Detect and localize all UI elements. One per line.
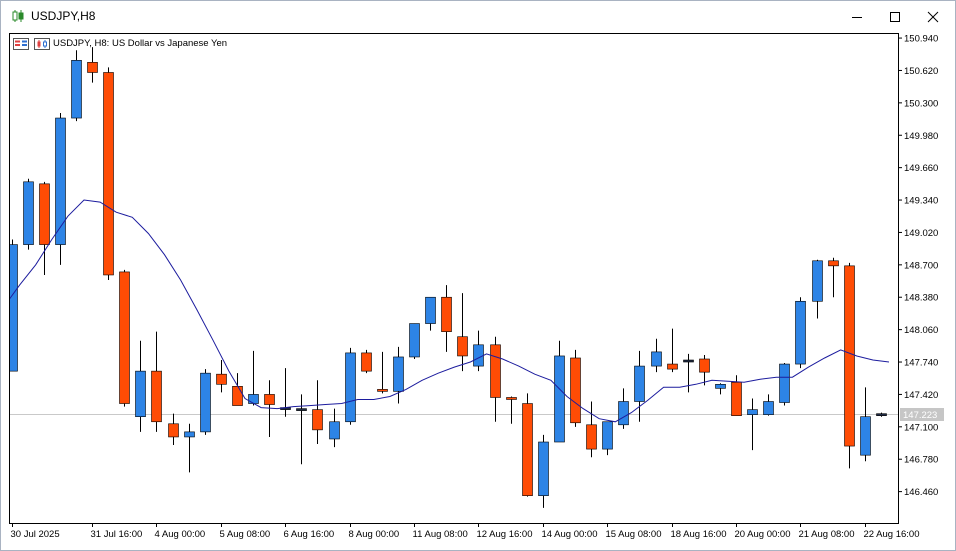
x-tick-label: 30 Jul 2025 bbox=[11, 529, 60, 540]
candle-bull bbox=[795, 300, 806, 365]
candle-bull bbox=[715, 384, 726, 389]
x-tick-label: 22 Aug 16:00 bbox=[864, 529, 920, 540]
candle-bear bbox=[522, 403, 533, 496]
y-tick-label: 150.620 bbox=[904, 66, 938, 77]
y-tick-label: 146.780 bbox=[904, 455, 938, 466]
candle-bull bbox=[248, 394, 259, 404]
candle-bear bbox=[361, 352, 372, 372]
candle-bull bbox=[554, 355, 565, 443]
candle-bull bbox=[618, 401, 629, 426]
y-tick-label: 149.020 bbox=[904, 228, 938, 239]
candle-bull bbox=[393, 356, 404, 392]
close-button[interactable] bbox=[915, 1, 951, 32]
x-tick-label: 11 Aug 08:00 bbox=[413, 529, 468, 540]
candle-bear bbox=[232, 386, 243, 406]
title-bar[interactable]: USDJPY,H8 bbox=[1, 1, 955, 32]
candle-bear bbox=[151, 370, 162, 423]
plot-area[interactable] bbox=[9, 33, 899, 524]
x-tick-label: 8 Aug 00:00 bbox=[349, 529, 400, 540]
candle-bull bbox=[763, 401, 774, 415]
candle-bull bbox=[184, 431, 195, 438]
candle-bear bbox=[699, 358, 710, 373]
candle-bull bbox=[71, 60, 82, 119]
y-tick-label: 148.060 bbox=[904, 325, 938, 336]
candle-bear bbox=[667, 363, 678, 370]
candle-bull bbox=[747, 409, 758, 415]
y-tick-label: 148.700 bbox=[904, 260, 938, 271]
maximize-button[interactable] bbox=[877, 1, 913, 32]
candle-bear bbox=[731, 381, 742, 416]
candle-bull bbox=[345, 352, 356, 423]
y-tick-label: 149.660 bbox=[904, 163, 938, 174]
candle-bull bbox=[55, 117, 66, 245]
window-title: USDJPY,H8 bbox=[31, 9, 96, 23]
y-tick-label: 149.980 bbox=[904, 131, 938, 142]
candle-bull bbox=[538, 441, 549, 496]
x-tick-label: 14 Aug 00:00 bbox=[542, 529, 598, 540]
current-price-label: 147.223 bbox=[903, 410, 937, 421]
y-tick-label: 147.740 bbox=[904, 358, 938, 369]
candle-bull bbox=[651, 351, 662, 367]
candle-bear bbox=[457, 336, 468, 357]
candle-bear bbox=[87, 62, 98, 73]
y-tick-label: 148.380 bbox=[904, 293, 938, 304]
close-icon bbox=[927, 11, 939, 22]
candle-bull bbox=[200, 372, 211, 433]
y-tick-label: 147.420 bbox=[904, 390, 938, 401]
candle-bull bbox=[135, 370, 146, 417]
price-chart[interactable]: 150.940 150.620 150.300 149.980 149.660 149.3… bbox=[1, 32, 955, 550]
y-tick-label: 150.300 bbox=[904, 98, 938, 109]
candle-bear bbox=[264, 394, 275, 405]
candle-bull bbox=[812, 260, 823, 302]
candle-bull bbox=[329, 421, 340, 440]
x-tick-label: 18 Aug 16:00 bbox=[671, 529, 727, 540]
candle-bull bbox=[23, 181, 34, 245]
candle-bear bbox=[119, 271, 130, 404]
candle-bear bbox=[296, 408, 307, 411]
symbol-chart-icon bbox=[34, 38, 50, 50]
candle-bull bbox=[602, 421, 613, 450]
candle-bear bbox=[844, 265, 855, 447]
chart-caption-icons bbox=[13, 38, 50, 50]
candle-bear bbox=[168, 423, 179, 438]
candlestick-app-icon bbox=[12, 10, 24, 22]
minimize-icon bbox=[852, 16, 862, 18]
candle-bear bbox=[570, 357, 581, 424]
candle-bear bbox=[216, 373, 227, 385]
x-tick-label: 15 Aug 08:00 bbox=[606, 529, 662, 540]
y-tick-label: 150.940 bbox=[904, 34, 938, 45]
candle-bear bbox=[828, 260, 839, 267]
candle-bull bbox=[876, 413, 887, 416]
one-click-trading-icon bbox=[13, 38, 29, 50]
candle-bull bbox=[409, 323, 420, 358]
candle-bear bbox=[39, 183, 50, 245]
x-tick-label: 21 Aug 08:00 bbox=[799, 529, 855, 540]
candle-bull bbox=[779, 363, 790, 403]
x-tick-label: 4 Aug 00:00 bbox=[155, 529, 206, 540]
chart-caption: USDJPY, H8: US Dollar vs Japanese Yen bbox=[53, 38, 228, 49]
y-tick-label: 147.100 bbox=[904, 422, 938, 433]
candle-bear bbox=[377, 389, 388, 392]
candle-bull bbox=[860, 416, 871, 456]
y-tick-label: 149.340 bbox=[904, 196, 938, 207]
candle-bear bbox=[441, 296, 452, 332]
y-tick-label: 146.460 bbox=[904, 487, 938, 498]
minimize-button[interactable] bbox=[839, 1, 875, 32]
x-tick-label: 20 Aug 00:00 bbox=[735, 529, 791, 540]
candle-bull bbox=[634, 365, 645, 402]
candle-bear bbox=[586, 424, 597, 450]
x-tick-label: 6 Aug 16:00 bbox=[284, 529, 335, 540]
chart-window: USDJPY,H8 150.940 150.620 150.300 149.980 14… bbox=[0, 0, 956, 551]
x-tick-label: 5 Aug 08:00 bbox=[220, 529, 271, 540]
candle-bull bbox=[683, 359, 694, 363]
x-tick-label: 12 Aug 16:00 bbox=[477, 529, 533, 540]
x-tick-label: 31 Jul 16:00 bbox=[91, 529, 143, 540]
candle-bear bbox=[103, 72, 114, 276]
candle-bear bbox=[312, 409, 323, 431]
candle-bull bbox=[425, 296, 436, 324]
candle-bear bbox=[490, 344, 501, 398]
candle-bull bbox=[473, 344, 484, 367]
candle-bear bbox=[506, 397, 517, 400]
maximize-icon bbox=[890, 11, 900, 22]
